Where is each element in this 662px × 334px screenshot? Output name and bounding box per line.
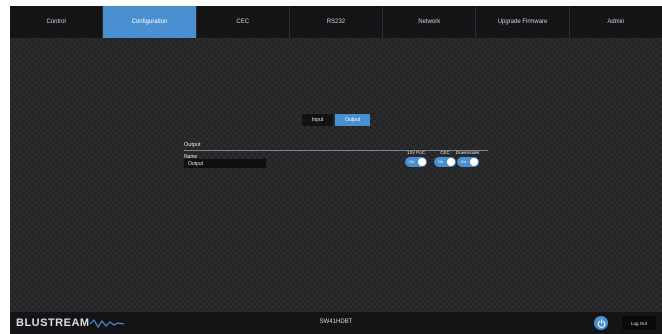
toggle-knob [447, 158, 455, 166]
tab-cec[interactable]: CEC [197, 6, 290, 38]
config-subtabs: Input Output [302, 114, 371, 126]
output-name-input[interactable] [184, 159, 266, 168]
tab-rs232[interactable]: RS232 [290, 6, 384, 38]
power-icon [597, 318, 605, 328]
tab-upgrade-firmware[interactable]: Upgrade Firmware [476, 6, 570, 38]
tab-network[interactable]: Network [383, 6, 477, 38]
subtab-input[interactable]: Input [302, 114, 334, 126]
downscaler-toggle-group: Downscaler On [456, 150, 480, 167]
downscaler-toggle-state: On [460, 159, 467, 164]
cec-toggle-state: On [438, 159, 444, 164]
poc-toggle[interactable]: On [405, 157, 427, 167]
top-navigation: Control Configuration CEC RS232 Network … [10, 6, 662, 38]
tab-control[interactable]: Control [10, 6, 104, 38]
device-name: SW41HDBT [319, 319, 353, 325]
downscaler-toggle[interactable]: On [456, 157, 479, 167]
cec-toggle[interactable]: On [434, 157, 456, 167]
toggle-knob [469, 158, 478, 166]
toggle-knob [418, 158, 426, 166]
subtab-output[interactable]: Output [335, 114, 371, 126]
poc-toggle-label: 12V PoC [406, 150, 425, 155]
logout-button[interactable]: Log Out [622, 316, 656, 330]
poc-toggle-group: 12V PoC On [405, 150, 427, 167]
power-button[interactable] [594, 316, 608, 330]
tab-configuration[interactable]: Configuration [103, 6, 197, 38]
cec-toggle-group: CEC On [434, 150, 456, 167]
tab-admin[interactable]: Admin [570, 6, 662, 38]
cec-toggle-label: CEC [440, 150, 450, 155]
output-section-title: Output [184, 142, 201, 148]
app-frame: Control Configuration CEC RS232 Network … [10, 6, 662, 334]
footer-bar: BLUSTREAM SW41HDBT Log Out [10, 311, 662, 334]
poc-toggle-state: On [409, 159, 415, 164]
downscaler-toggle-label: Downscaler [456, 150, 480, 155]
